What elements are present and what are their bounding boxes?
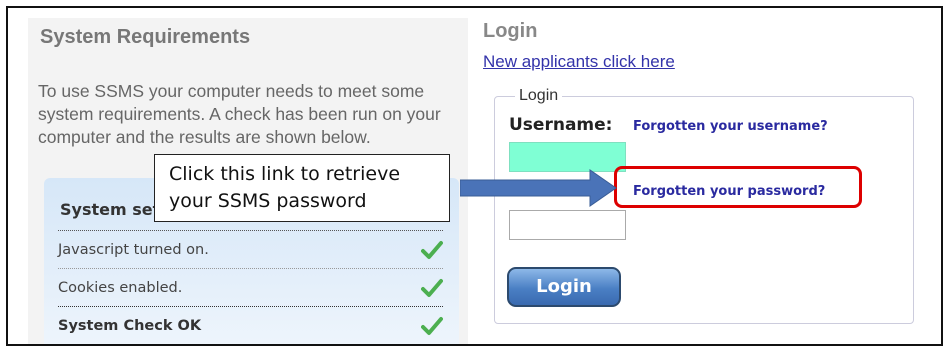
check-icon (421, 278, 443, 298)
system-settings-title: System set (60, 200, 161, 219)
settings-row-label: Javascript turned on. (58, 242, 209, 258)
forgot-username-link[interactable]: Forgotten your username? (633, 119, 828, 134)
login-legend: Login (515, 87, 563, 105)
system-requirements-title: System Requirements (40, 26, 251, 48)
new-applicants-link[interactable]: New applicants click here (483, 52, 675, 72)
check-icon (421, 240, 443, 260)
system-check-summary-label: System Check OK (58, 318, 202, 334)
system-check-summary: System Check OK (58, 306, 443, 344)
settings-row-label: Cookies enabled. (58, 280, 183, 296)
password-field[interactable] (509, 210, 626, 240)
settings-row-javascript: Javascript turned on. (58, 230, 443, 269)
check-icon (421, 316, 443, 336)
system-requirements-intro: To use SSMS your computer needs to meet … (38, 81, 441, 147)
forgot-password-highlight (614, 166, 862, 208)
login-button[interactable]: Login (507, 267, 621, 307)
login-title: Login (483, 20, 538, 42)
username-label: Username: (509, 115, 613, 135)
screenshot-frame: System Requirements To use SSMS your com… (6, 6, 943, 346)
settings-row-cookies: Cookies enabled. (58, 268, 443, 307)
instruction-callout: Click this link to retrieve your SSMS pa… (154, 154, 450, 222)
arrow-icon (460, 169, 617, 207)
login-fieldset: Login Username: Forgotten your username?… (494, 87, 914, 324)
